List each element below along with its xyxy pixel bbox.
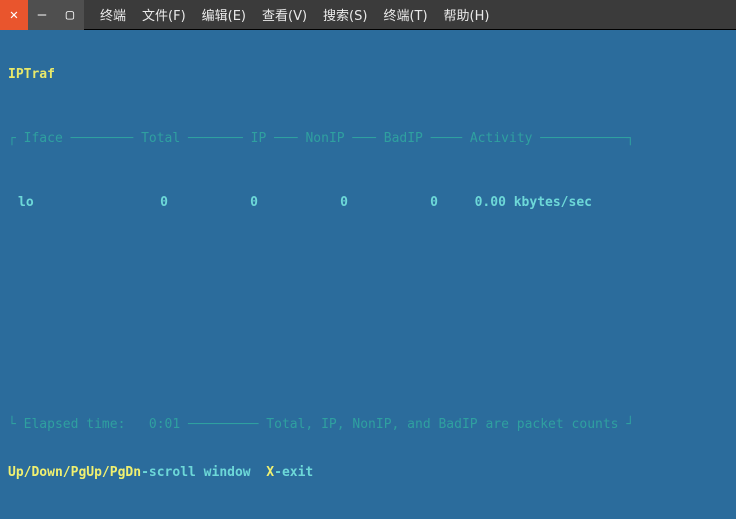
footer-status-line: └ Elapsed time: 0:01 ───────── Total, IP…: [8, 417, 728, 433]
hint-keys: Up/Down/PgUp/PgDn: [8, 465, 141, 480]
col-nonip: NonIP: [305, 131, 344, 147]
hint-x-key: X: [266, 465, 274, 480]
window-titlebar: ✕ — ▢ 终端 文件(F) 编辑(E) 查看(V) 搜索(S) 终端(T) 帮…: [0, 0, 736, 30]
menu-terminal[interactable]: 终端: [94, 3, 132, 26]
col-badip: BadIP: [384, 131, 423, 147]
elapsed-value: 0:01: [149, 417, 180, 432]
col-activity: Activity: [470, 131, 533, 147]
footer-hint-line: Up/Down/PgUp/PgDn-scroll window X-exit: [8, 465, 728, 481]
close-icon[interactable]: ✕: [0, 0, 28, 30]
minimize-icon[interactable]: —: [28, 0, 56, 30]
cell-nonip: 0: [258, 195, 348, 211]
hint-exit: -exit: [274, 465, 313, 480]
cell-iface: lo: [8, 195, 78, 211]
table-header: ┌ Iface ──────── Total ─────── IP ─── No…: [8, 131, 728, 147]
table-row: lo 0 0 0 0 0.00 kbytes/sec: [8, 195, 728, 211]
cell-badip: 0: [348, 195, 438, 211]
footer-note: Total, IP, NonIP, and BadIP are packet c…: [266, 417, 618, 432]
elapsed-label: Elapsed time:: [24, 417, 126, 432]
window-controls: ✕ — ▢: [0, 0, 84, 29]
hint-scroll: -scroll window: [141, 465, 251, 480]
menubar: 终端 文件(F) 编辑(E) 查看(V) 搜索(S) 终端(T) 帮助(H): [94, 3, 495, 26]
cell-ip: 0: [168, 195, 258, 211]
menu-help[interactable]: 帮助(H): [438, 3, 496, 26]
cell-activity: 0.00 kbytes/sec: [438, 195, 598, 211]
menu-terminal2[interactable]: 终端(T): [377, 3, 433, 26]
menu-view[interactable]: 查看(V): [256, 3, 313, 26]
terminal-area[interactable]: IPTraf ┌ Iface ──────── Total ─────── IP…: [0, 30, 736, 519]
col-total: Total: [141, 131, 180, 147]
menu-edit[interactable]: 编辑(E): [196, 3, 252, 26]
footer: └ Elapsed time: 0:01 ───────── Total, IP…: [8, 385, 728, 513]
cell-total: 0: [78, 195, 168, 211]
menu-file[interactable]: 文件(F): [136, 3, 192, 26]
col-ip: IP: [251, 131, 267, 147]
menu-search[interactable]: 搜索(S): [317, 3, 373, 26]
col-iface: Iface: [24, 131, 63, 147]
app-title: IPTraf: [8, 67, 728, 83]
maximize-icon[interactable]: ▢: [56, 0, 84, 30]
